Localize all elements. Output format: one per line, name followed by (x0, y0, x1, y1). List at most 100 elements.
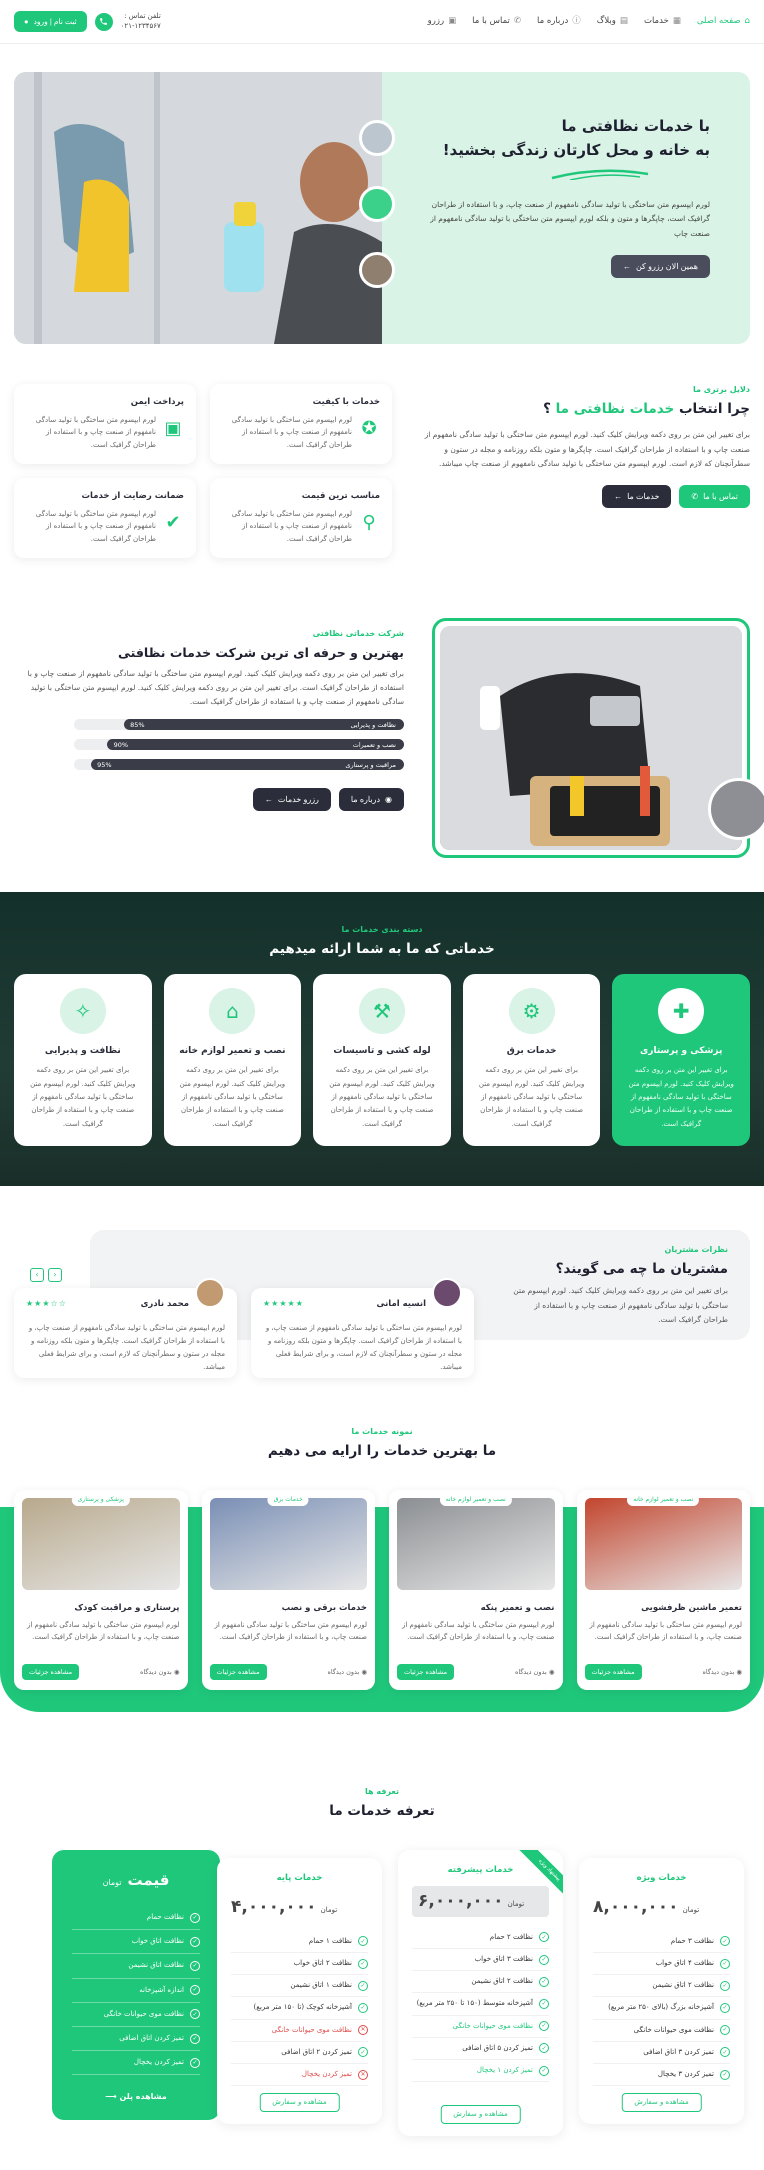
why-us-cards: خدمات با کیفیت ✪ لورم ایپسوم متن ساختگی با… (14, 384, 392, 558)
service-card[interactable]: ⚒ لوله کشی و تاسیسات برای تغییر این متن بر… (313, 974, 451, 1146)
service-title: پزشکی و پرستاری (640, 1046, 723, 1056)
plan-feature-label: نظافت ۲ اتاق نشیمن (471, 1977, 533, 1986)
view-details-button[interactable]: مشاهده جزئیات (397, 1663, 455, 1680)
order-button[interactable]: مشاهده و سفارش (259, 2092, 340, 2112)
plan-price-value: ۴,۰۰۰,۰۰۰ (231, 1896, 317, 1917)
service-glyph: ⚙ (522, 999, 541, 1023)
portfolio-footer: ◉ بدون دیدگاه مشاهده جزئیات (209, 1663, 367, 1680)
reserve-now-label: همین الان رزرو کن (635, 261, 698, 271)
portfolio-tag[interactable]: خدمات برق (267, 1494, 309, 1506)
why-title-highlight: خدمات نظافتی ما (555, 400, 675, 417)
view-details-button[interactable]: مشاهده جزئیات (209, 1663, 267, 1680)
portfolio-image: نصب و تعمیر لوازم خانه (584, 1494, 742, 1590)
plan-feature-label: نظافت ۲ اتاق نشیمن (652, 1981, 714, 1990)
comments-count: ◉ بدون دیدگاه (140, 1667, 180, 1677)
why-card: ضمانت رضایت از خدمات ✔ لورم ایپسوم متن ساخ… (14, 478, 196, 558)
why-card: خدمات با کیفیت ✪ لورم ایپسوم متن ساختگی با… (210, 384, 392, 464)
services-title: خدماتی که ما به شما ارائه میدهیم (269, 940, 495, 957)
comments-count: ◉ بدون دیدگاه (515, 1667, 555, 1677)
reserve-now-button[interactable]: همین الان رزرو کن ← (610, 254, 710, 278)
why-card: مناسب ترین قیمت ⚲ لورم ایپسوم متن ساختگی ب… (210, 478, 392, 558)
portfolio-image: خدمات برق (209, 1494, 367, 1590)
check-icon: ✓ (720, 2025, 730, 2036)
service-card[interactable]: ⚙ خدمات برق برای تغییر این متن بر روی دکمه… (462, 974, 601, 1146)
plan-currency: تومان (682, 1905, 700, 1914)
check-icon: ✓ (720, 2002, 730, 2013)
next-arrow-icon[interactable]: › (48, 1268, 62, 1282)
spray-icon: ✧ (59, 988, 106, 1034)
plan-feature-label: نظافت ۳ اتاق خواب (474, 1954, 533, 1963)
plan-feature: ✓ نظافت ۴ اتاق خواب (593, 1953, 730, 1976)
reserve-service-button[interactable]: رزرو خدمات ← (252, 787, 331, 811)
nav-item-1[interactable]: ▦ خدمات (644, 15, 681, 29)
view-details-button[interactable]: مشاهده جزئیات (584, 1663, 642, 1680)
services-cards: ✚ پزشکی و پرستاری برای تغییر این متن بر رو… (14, 974, 750, 1146)
skill-percent: 90% (113, 740, 129, 749)
testimonial-text: لورم ایپسوم متن ساختگی با تولید سادگی نا… (265, 1323, 462, 1372)
service-glyph: ✚ (672, 999, 690, 1023)
phone-icon: ✆ (691, 492, 699, 502)
hero-thumb-2 (359, 186, 395, 222)
plan-feature-label: تمیز کردن ۳ یخچال (657, 2069, 714, 2078)
portfolio-tag[interactable]: پزشکی و پرستاری (71, 1494, 130, 1506)
nav-item-5[interactable]: ▣ رزرو (428, 15, 456, 29)
order-button[interactable]: مشاهده و سفارش (440, 2104, 521, 2124)
why-card: پرداخت ایمن ▣ لورم ایپسوم متن ساختگی با تو… (14, 384, 196, 464)
portfolio-card[interactable]: نصب و تعمیر لوازم خانه نصب و تعمیر پنکه لو… (389, 1490, 563, 1690)
nav-label: رزرو (427, 15, 445, 26)
prev-arrow-icon[interactable]: ‹ (30, 1268, 44, 1282)
check-icon: ✓ (539, 2065, 549, 2076)
login-button[interactable]: ● ثبت نام | ورود (14, 11, 87, 32)
testimonial-card: محمد نادری ★★★☆☆ لورم ایپسوم متن ساختگی با… (14, 1278, 237, 1378)
service-card[interactable]: ⌂ نصب و تعمیر لوازم خانه برای تغییر این مت… (163, 974, 302, 1146)
service-title: لوله کشی و تاسیسات (333, 1046, 431, 1056)
cross-icon: ✕ (358, 2069, 368, 2080)
services-subtitle: دسته بندی خدمات ما (341, 925, 423, 934)
phone-icon: ✆ (513, 15, 521, 26)
check-icon: ✓ (358, 1958, 368, 1969)
service-card[interactable]: ✧ نظافت و پذیرایی برای تغییر این متن بر رو… (14, 974, 152, 1146)
plan-feature-label: تمیز کردن ۳ اتاق اضافی (643, 2047, 714, 2056)
nav-item-2[interactable]: ▤ وبلاگ (597, 15, 628, 29)
nav-item-0[interactable]: ⌂ صفحه اصلی (697, 15, 750, 29)
service-text: برای تغییر این متن بر روی دکمه ویرایش کل… (30, 1066, 136, 1128)
portfolio-tag[interactable]: نصب و تعمیر لوازم خانه (439, 1494, 512, 1506)
comments-label: بدون دیدگاه (139, 1667, 172, 1676)
portfolio-tag[interactable]: نصب و تعمیر لوازم خانه (627, 1494, 700, 1506)
portfolio-card[interactable]: خدمات برق خدمات برقی و نصب لورم ایپسوم متن… (201, 1490, 375, 1690)
plan-feature-label: تمیز کردن ۱ یخچال (476, 2065, 533, 2074)
service-card[interactable]: ✚ پزشکی و پرستاری برای تغییر این متن بر رو… (612, 974, 750, 1146)
check-icon: ✓ (358, 2002, 368, 2013)
hero-text: با خدمات نظافتی ما به خانه و محل کارتان … (420, 114, 710, 278)
portfolio-card[interactable]: نصب و تعمیر لوازم خانه تعمیر ماشین ظرفشوی… (576, 1490, 750, 1690)
our-services-button[interactable]: خدمات ما ← (602, 485, 672, 509)
contact-us-button[interactable]: تماس با ما ✆ (679, 485, 750, 509)
nav-label: درباره ما (536, 15, 569, 26)
plan-feature: ✓ نظافت ۳ حمام (593, 1931, 730, 1953)
pricing-heading: تعرفه ها تعرفه خدمات ما (0, 1724, 764, 1822)
about-us-label: درباره ما (350, 794, 381, 804)
service-text: برای تغییر این متن بر روی دکمه ویرایش کل… (478, 1066, 585, 1128)
plan-feature: ✓ نظافت ۲ اتاق نشیمن (593, 1975, 730, 1998)
check-icon: ✓ (720, 1980, 730, 1991)
service-glyph: ⚒ (373, 999, 391, 1023)
plan-feature-label: نظافت موی حیوانات خانگی (633, 2025, 714, 2034)
service-glyph: ✧ (74, 999, 92, 1023)
comments-count: ◉ بدون دیدگاه (327, 1667, 367, 1677)
nav-item-3[interactable]: ⓘ درباره ما (537, 15, 581, 29)
nav-item-4[interactable]: ✆ تماس با ما (472, 15, 521, 29)
service-title: نظافت و پذیرایی (44, 1046, 121, 1056)
view-details-button[interactable]: مشاهده جزئیات (22, 1663, 80, 1680)
about-us-button[interactable]: ◉ درباره ما (338, 787, 404, 811)
service-text: برای تغییر این متن بر روی دکمه ویرایش کل… (329, 1066, 435, 1128)
service-text: برای تغییر این متن بر روی دکمه ویرایش کل… (628, 1066, 734, 1128)
comment-icon: ◉ (171, 1667, 180, 1676)
phone-icon[interactable] (94, 12, 113, 31)
comments-count: ◉ بدون دیدگاه (702, 1667, 742, 1677)
plan-feature: ✓ آشپزخانه متوسط (۱۵۰ تا ۲۵۰ متر مربع) (412, 1993, 549, 2016)
portfolio-card[interactable]: پزشکی و پرستاری پرستاری و مراقبت کودک لورم… (14, 1490, 188, 1690)
phone-number[interactable]: ۰۲۱-۱۲۳۴۵۶۷ (121, 22, 161, 31)
skill-percent: 95% (97, 760, 112, 769)
plan-feature-label: نظافت ۲ حمام (489, 1932, 533, 1941)
order-button[interactable]: مشاهده و سفارش (621, 2092, 702, 2112)
